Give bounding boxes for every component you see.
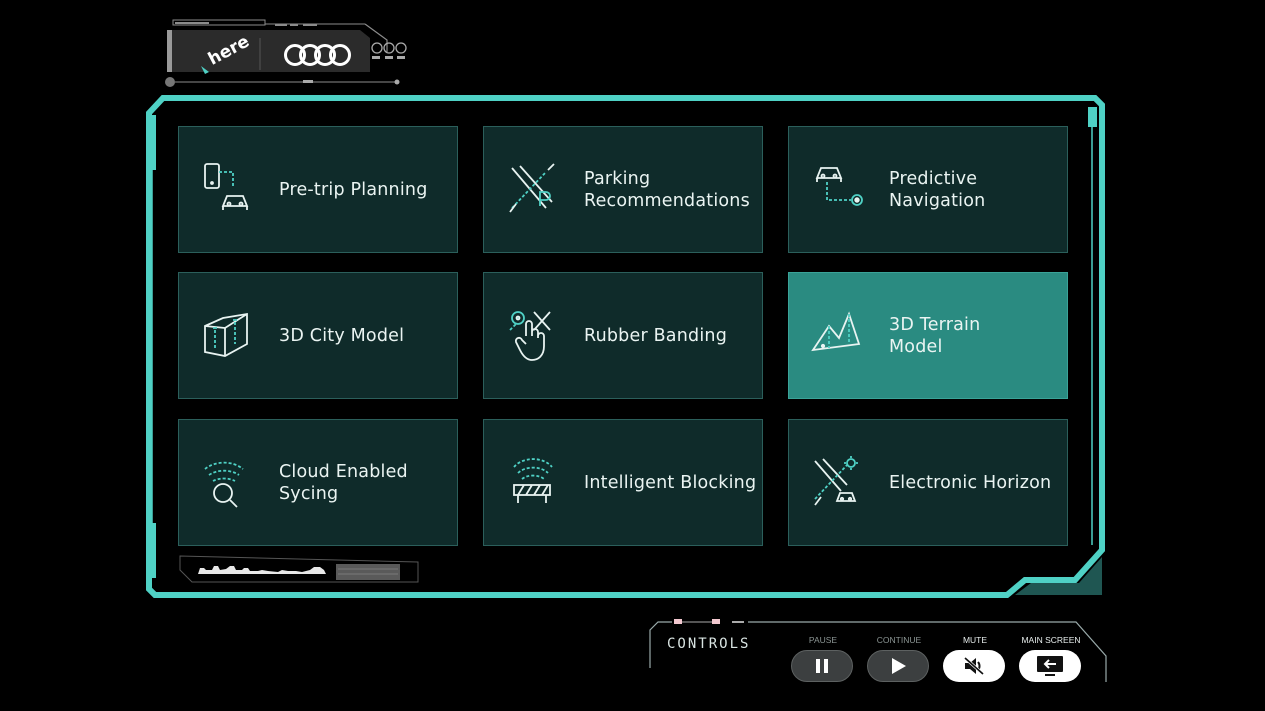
car-destination-icon bbox=[811, 162, 867, 218]
tile-label: Parking Recommendations bbox=[584, 168, 750, 211]
tile-label: Pre-trip Planning bbox=[279, 179, 428, 200]
tile-label: Cloud Enabled Sycing bbox=[279, 461, 408, 504]
main-screen-button[interactable] bbox=[1019, 650, 1081, 682]
mountain-terrain-icon bbox=[811, 308, 867, 364]
tile-3d-city-model[interactable]: 3D City Model bbox=[178, 272, 458, 399]
tile-parking-recommendations[interactable]: Parking Recommendations bbox=[483, 126, 763, 253]
tile-label: Electronic Horizon bbox=[889, 472, 1052, 493]
continue-label: CONTINUE bbox=[876, 635, 922, 645]
tile-rubber-banding[interactable]: Rubber Banding bbox=[483, 272, 763, 399]
route-horizon-icon bbox=[811, 455, 867, 511]
hand-drag-route-icon bbox=[506, 308, 562, 364]
phone-car-route-icon bbox=[201, 162, 257, 218]
tile-label: 3D City Model bbox=[279, 325, 405, 346]
city-block-icon bbox=[201, 308, 257, 364]
tile-label: Rubber Banding bbox=[584, 325, 727, 346]
parking-route-icon bbox=[506, 162, 562, 218]
road-block-icon bbox=[506, 455, 562, 511]
controls-title: CONTROLS bbox=[667, 636, 751, 652]
tile-predictive-navigation[interactable]: Predictive Navigation bbox=[788, 126, 1068, 253]
tile-cloud-enabled-syncing[interactable]: Cloud Enabled Sycing bbox=[178, 419, 458, 546]
pause-label: PAUSE bbox=[808, 635, 838, 645]
tile-electronic-horizon[interactable]: Electronic Horizon bbox=[788, 419, 1068, 546]
tile-3d-terrain-model[interactable]: 3D Terrain Model bbox=[788, 272, 1068, 399]
cloud-search-icon bbox=[201, 455, 257, 511]
tile-label: 3D Terrain Model bbox=[889, 314, 981, 357]
play-icon bbox=[892, 658, 906, 674]
skyline-strip bbox=[179, 555, 419, 583]
mute-button[interactable] bbox=[943, 650, 1005, 682]
mute-label: MUTE bbox=[962, 635, 988, 645]
tile-intelligent-blocking[interactable]: Intelligent Blocking bbox=[483, 419, 763, 546]
tile-pre-trip-planning[interactable]: Pre-trip Planning bbox=[178, 126, 458, 253]
main-screen-label: MAIN SCREEN bbox=[1021, 635, 1081, 645]
continue-button[interactable] bbox=[867, 650, 929, 682]
brand-panel: here bbox=[165, 18, 410, 90]
mute-icon bbox=[964, 656, 984, 676]
tile-label: Intelligent Blocking bbox=[584, 472, 757, 493]
pause-button[interactable] bbox=[791, 650, 853, 682]
tile-label: Predictive Navigation bbox=[889, 168, 986, 211]
pause-icon bbox=[816, 659, 828, 673]
main-screen-icon bbox=[1037, 656, 1063, 676]
